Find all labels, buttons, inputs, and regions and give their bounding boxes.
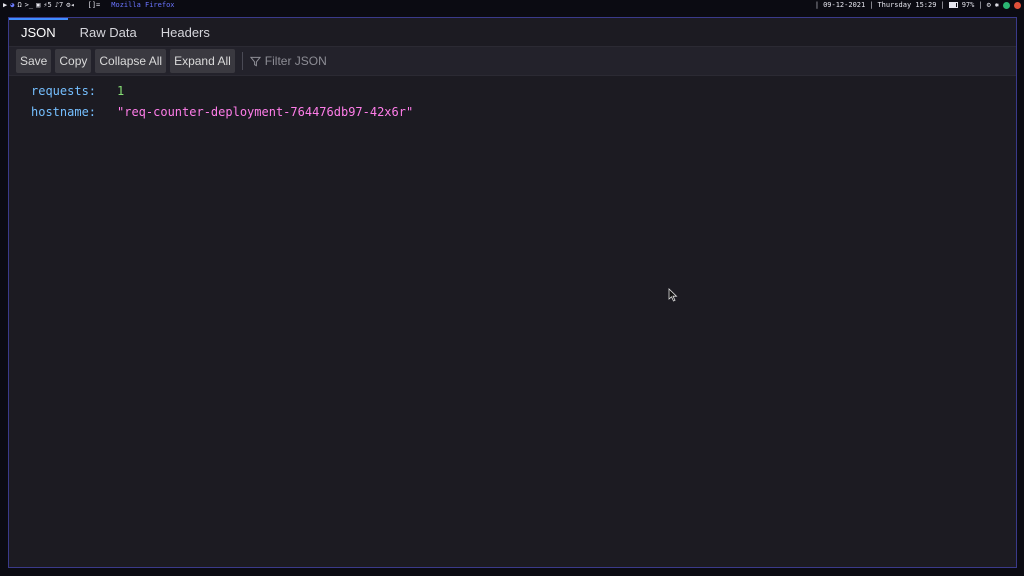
json-value-string: "req-counter-deployment-764476db97-42x6r… [117,104,414,119]
bug-icon[interactable]: ✱ [995,0,999,10]
browser-icon[interactable] [1014,1,1021,9]
filter-box [249,49,450,73]
workspace-7[interactable]: ♪7 [55,0,63,10]
active-window-title: Mozilla Firefox [111,1,175,9]
tab-json[interactable]: JSON [9,18,68,46]
json-key: hostname: [31,104,97,119]
filter-json-input[interactable] [264,54,435,68]
tab-headers[interactable]: Headers [149,18,222,46]
battery-icon [948,2,958,8]
copy-button[interactable]: Copy [55,49,92,73]
json-viewer-tabs: JSON Raw Data Headers [9,18,1016,47]
expand-all-button[interactable]: Expand All [170,49,235,73]
workspace-indicators: ▶ ◕ Ω >_ ▣ ⚡5 ♪7 ⚙◂ []= Mozilla Firefox [3,0,175,10]
workspace-2[interactable]: Ω [17,0,21,10]
datetime-text: Thursday 15:29 [877,1,937,9]
mouse-pointer-icon [668,288,678,302]
json-tree: requests: 1 hostname: "req-counter-deplo… [9,76,1016,122]
filter-icon [249,56,261,66]
play-icon[interactable]: ▶ [3,0,7,10]
tab-raw-data[interactable]: Raw Data [68,18,149,46]
json-toolbar: Save Copy Collapse All Expand All [9,47,1016,76]
save-button[interactable]: Save [16,49,52,73]
workspace-1[interactable]: ◕ [10,0,14,10]
json-row[interactable]: hostname: "req-counter-deployment-764476… [9,101,1016,122]
workspace-8[interactable]: ⚙◂ [66,0,74,10]
workspace-3[interactable]: >_ [25,0,33,10]
network-icon[interactable] [1003,1,1010,9]
toolbar-divider [241,52,243,70]
date-text: 09-12-2021 [823,1,866,9]
json-value-number: 1 [117,83,125,98]
settings-icon[interactable]: ⚙ [987,0,991,10]
system-status-bar: ▶ ◕ Ω >_ ▣ ⚡5 ♪7 ⚙◂ []= Mozilla Firefox … [0,0,1024,10]
workspace-4[interactable]: ▣ [36,0,40,10]
collapse-all-button[interactable]: Collapse All [95,49,167,73]
status-right: | 09-12-2021 | Thursday 15:29 | 97% | ⚙ … [815,0,1021,10]
json-key: requests: [31,83,97,98]
firefox-json-viewer-window: JSON Raw Data Headers Save Copy Collapse… [8,17,1017,568]
layout-indicator[interactable]: []= [88,0,101,10]
json-row[interactable]: requests: 1 [9,80,1016,101]
battery-text: 97% [961,1,975,9]
workspace-5[interactable]: ⚡5 [43,0,51,10]
